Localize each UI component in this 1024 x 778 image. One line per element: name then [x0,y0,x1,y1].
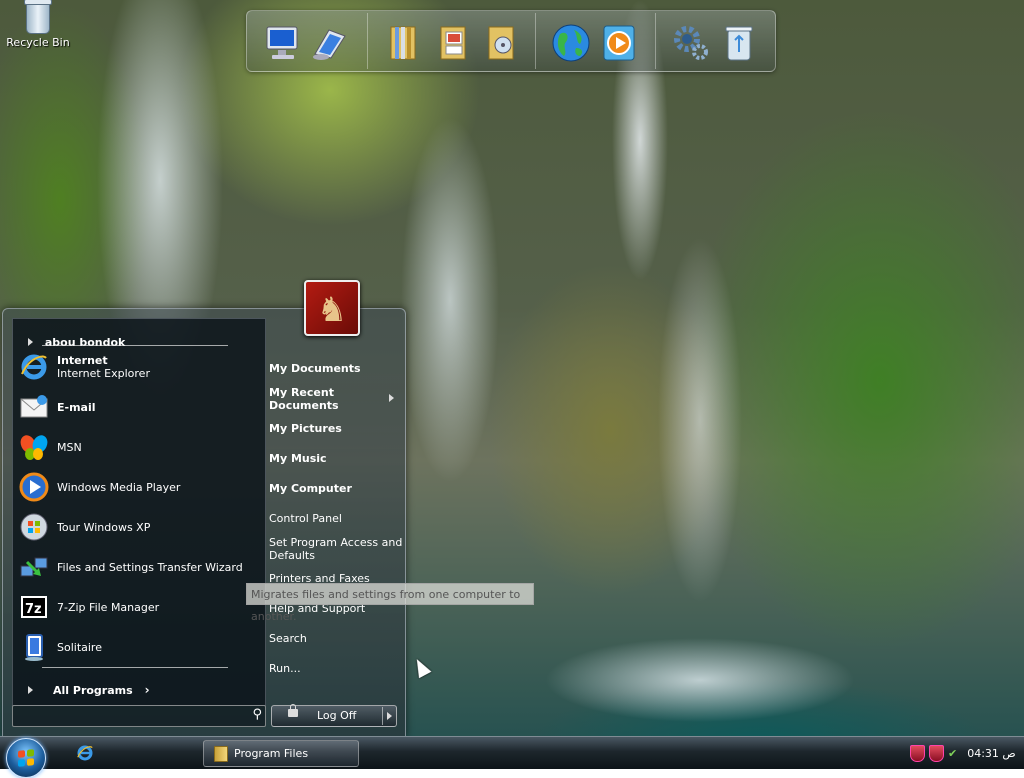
recent-item-label: MSN [57,440,82,454]
pinned-item-email[interactable]: E-mail [19,389,259,425]
recent-item-files-and-settings-transfer-wizard[interactable]: Files and Settings Transfer Wizard [19,549,259,585]
recycle-bin-icon [24,0,52,34]
icon-dock [246,10,776,72]
flag-pane [27,749,34,757]
recent-item-label: Tour Windows XP [57,520,151,534]
flag-pane [18,759,25,767]
right-item-search[interactable]: Search [269,632,307,645]
msn-butterfly-icon [19,432,49,462]
network-icon[interactable]: ✔ [948,747,957,760]
desktop-icon-recycle-bin[interactable]: Recycle Bin [6,0,70,49]
right-item-my-music[interactable]: My Music [269,452,327,465]
globe-icon[interactable] [549,19,593,67]
start-button[interactable] [6,738,46,778]
seven-zip-icon: 7z [19,592,49,622]
recycle-bin-icon[interactable] [717,19,761,67]
tour-windows-icon [19,512,49,542]
separator [42,345,228,346]
settings-gears-icon[interactable] [669,19,713,67]
recent-item-label: Files and Settings Transfer Wizard [57,560,243,574]
log-off-button[interactable]: Log Off [271,704,397,727]
right-item-my-documents[interactable]: My Documents [269,362,361,375]
svg-text:7z: 7z [25,602,42,617]
desktop-icon-label: Recycle Bin [6,36,70,49]
quick-launch-internet-explorer[interactable] [76,744,94,766]
right-item-run[interactable]: Run... [269,662,301,675]
clock[interactable]: 04:31 ص [967,747,1016,760]
windows-logo-icon [18,749,34,767]
right-item-label-line2: Defaults [269,549,315,562]
start-menu: abou bondok Internet Internet Explorer E… [2,308,406,738]
recent-item-solitaire[interactable]: Solitaire [19,629,259,665]
right-item-my-computer[interactable]: My Computer [269,482,352,495]
start-search-input[interactable]: ⚲ [12,705,266,727]
pinned-item-subtitle: Internet Explorer [57,367,150,380]
folder-icon [214,745,228,762]
email-icon [19,392,49,422]
log-off-label: Log Off [317,709,357,722]
arrow-right-icon [28,686,33,694]
chevron-right-icon: › [144,683,150,697]
arrow-right-icon [28,338,33,346]
dock-separator [655,13,656,69]
media-player-icon[interactable] [597,19,641,67]
right-item-my-pictures[interactable]: My Pictures [269,422,342,435]
security-shield-icon[interactable] [910,744,925,762]
right-item-label-line2: Documents [269,399,339,412]
search-icon[interactable]: ⚲ [252,707,262,722]
tooltip: Migrates files and settings from one com… [246,583,534,623]
user-name: abou bondok [44,336,126,349]
user-picture[interactable]: ♞ [304,280,360,336]
flag-pane [18,750,25,758]
dock-separator [535,13,536,69]
dock-separator [367,13,368,69]
internet-explorer-icon [19,352,49,382]
separator [42,667,228,668]
pictures-folder-icon[interactable] [431,19,475,67]
system-tray: ✔ 04:31 ص [910,741,1022,765]
recent-item-tour-windows-xp[interactable]: Tour Windows XP [19,509,259,545]
monitor-icon[interactable] [261,19,305,67]
recent-item-msn[interactable]: MSN [19,429,259,465]
flag-pane [27,758,34,766]
taskbar-button-label: Program Files [234,747,309,760]
recent-item-label: 7-Zip File Manager [57,600,160,614]
divider [382,707,383,725]
pinned-item-title: E-mail [57,400,96,414]
taskbar: Program Files ✔ 04:31 ص [0,736,1024,778]
network-computer-icon[interactable] [307,19,351,67]
right-item-control-panel[interactable]: Control Panel [269,512,342,525]
right-item-label-line1: My Recent [269,386,334,399]
security-shield-icon[interactable] [929,744,944,762]
right-item-my-recent-documents[interactable]: My Recent Documents [269,386,339,412]
arrow-right-icon [389,394,394,402]
media-player-icon [19,472,49,502]
right-item-label-line1: Set Program Access and [269,536,403,549]
internet-explorer-icon [77,745,93,761]
arrow-right-icon[interactable] [387,712,392,720]
all-programs-button[interactable]: All Programs › [28,683,150,697]
music-folder-icon[interactable] [479,19,523,67]
lock-icon [288,704,298,717]
start-menu-programs-pane: abou bondok Internet Internet Explorer E… [12,318,266,706]
recent-item-label: Solitaire [57,640,102,654]
solitaire-icon [19,632,49,662]
all-programs-label: All Programs [53,683,133,697]
user-name-row[interactable]: abou bondok [28,336,125,349]
right-item-set-program-access[interactable]: Set Program Access and Defaults [269,536,402,562]
recent-item-windows-media-player[interactable]: Windows Media Player [19,469,259,505]
pinned-item-internet[interactable]: Internet Internet Explorer [19,349,259,385]
pinned-item-title: Internet [57,354,108,367]
recent-item-label: Windows Media Player [57,480,181,494]
recent-item-7zip-file-manager[interactable]: 7z 7-Zip File Manager [19,589,259,625]
folder-books-icon[interactable] [381,19,425,67]
taskbar-button-program-files[interactable]: Program Files [203,740,359,767]
transfer-wizard-icon [19,552,49,582]
